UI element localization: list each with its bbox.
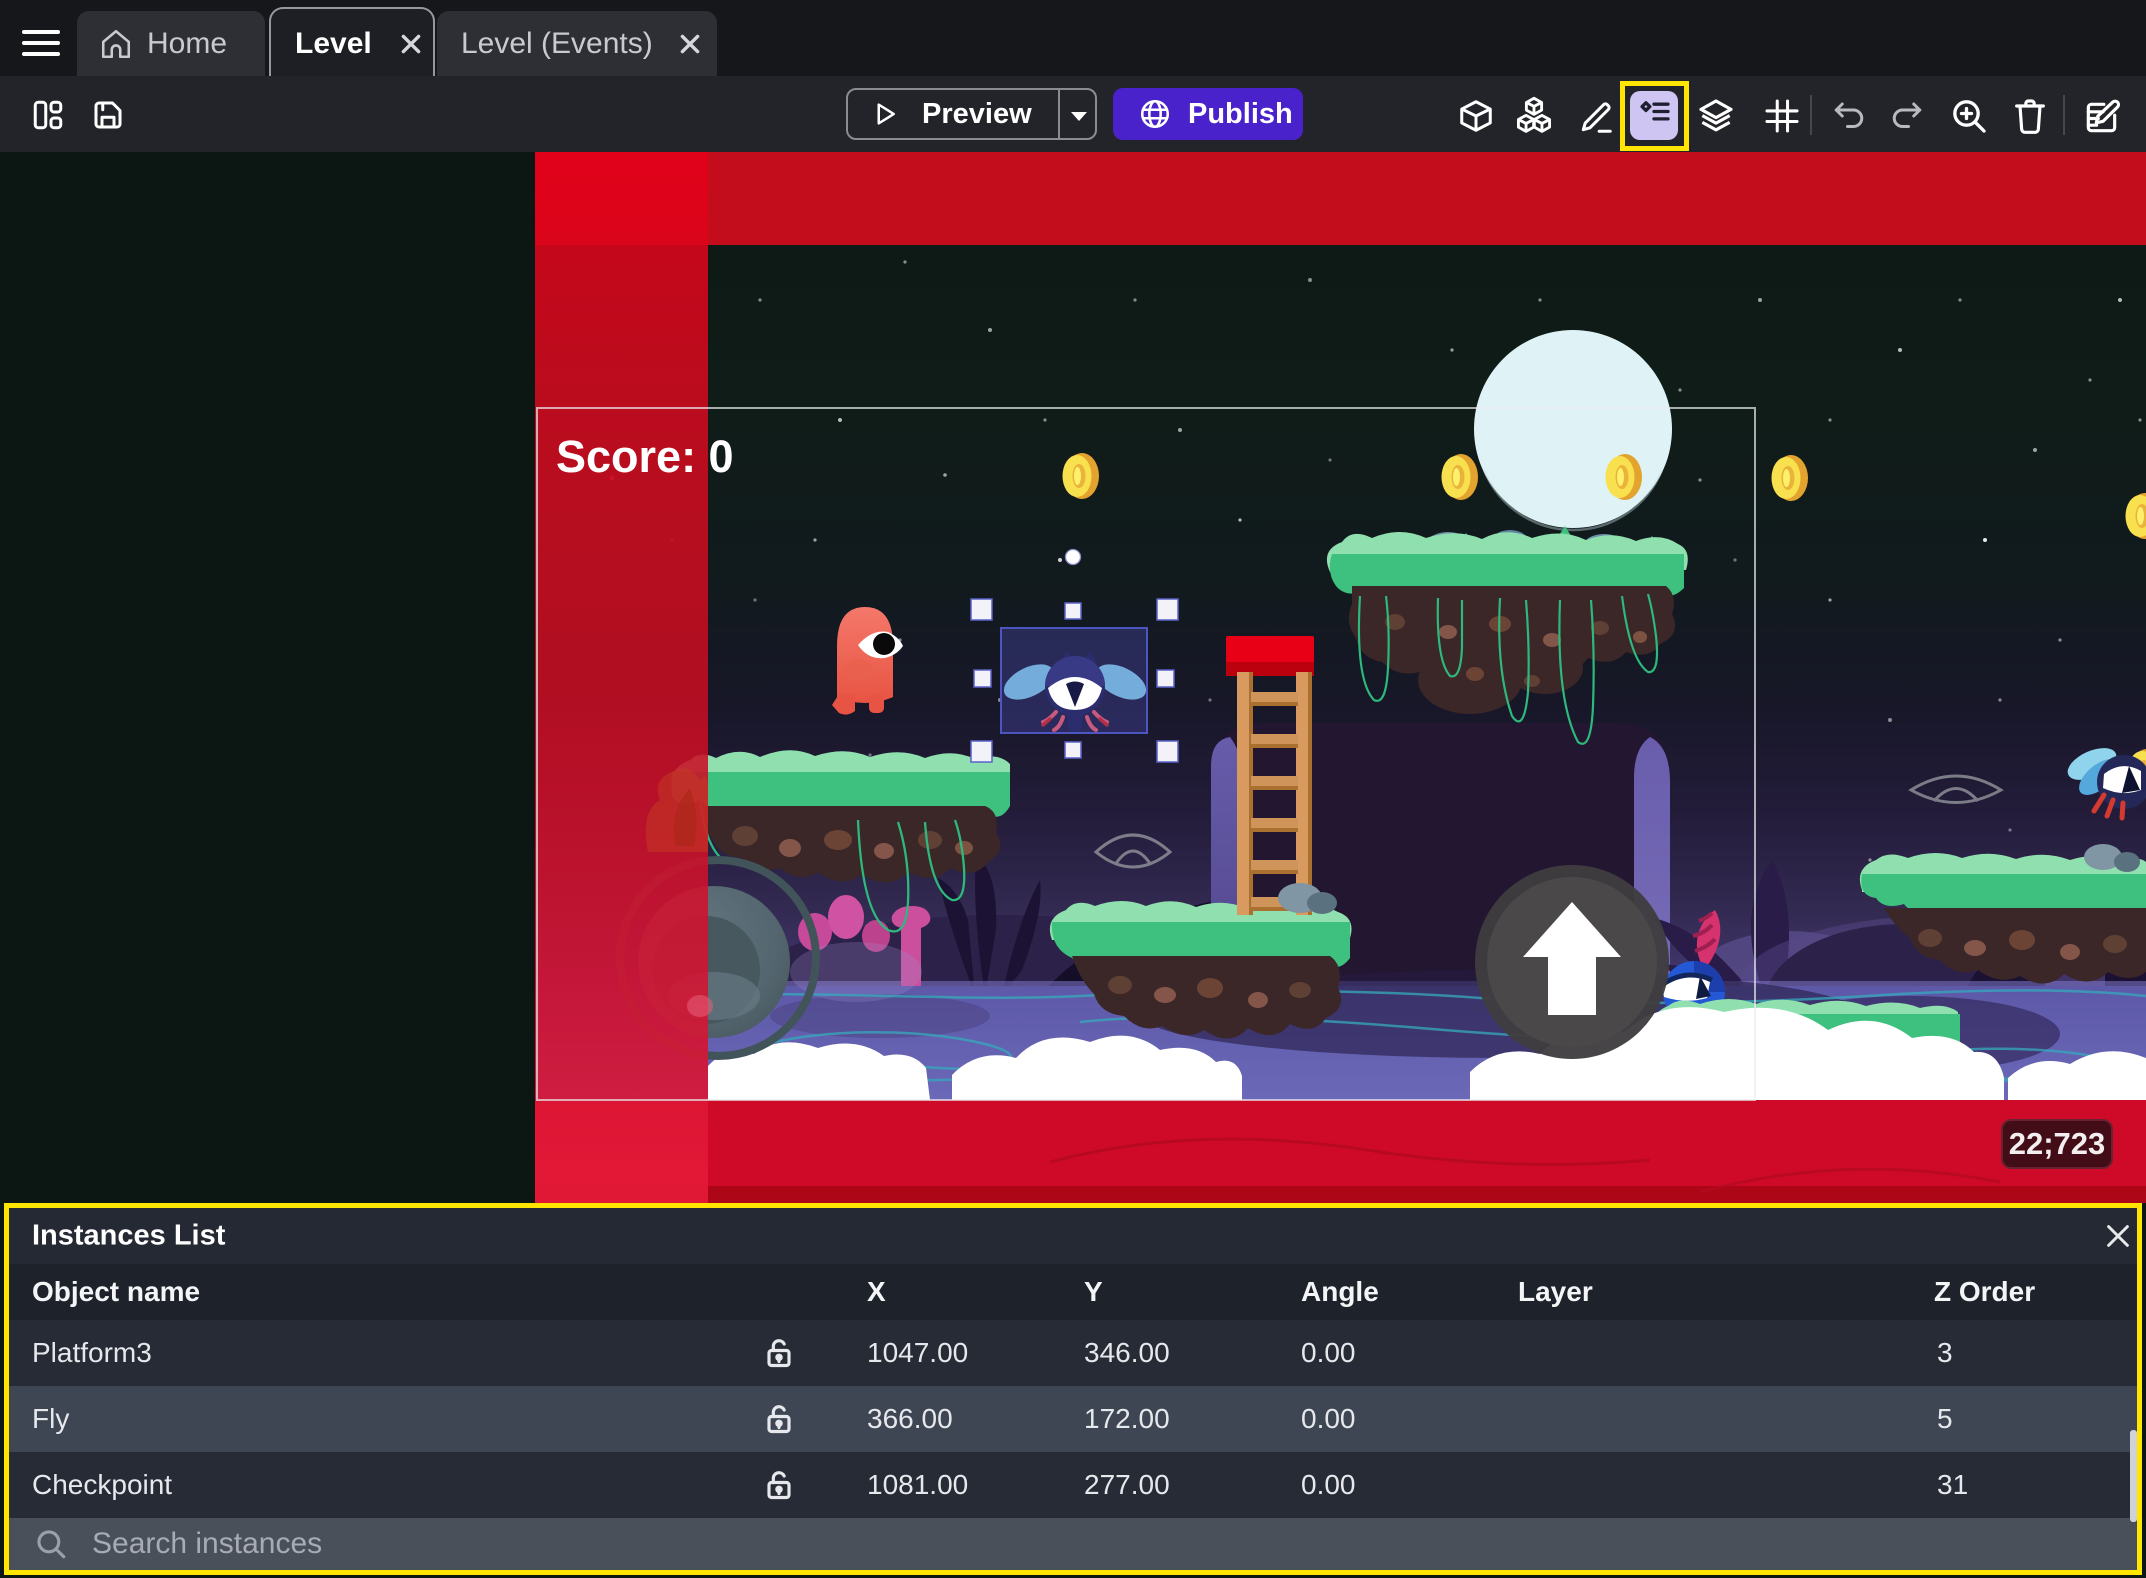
svg-text:22;723: 22;723 (2009, 1126, 2106, 1161)
svg-text:Score: 0: Score: 0 (556, 431, 734, 482)
